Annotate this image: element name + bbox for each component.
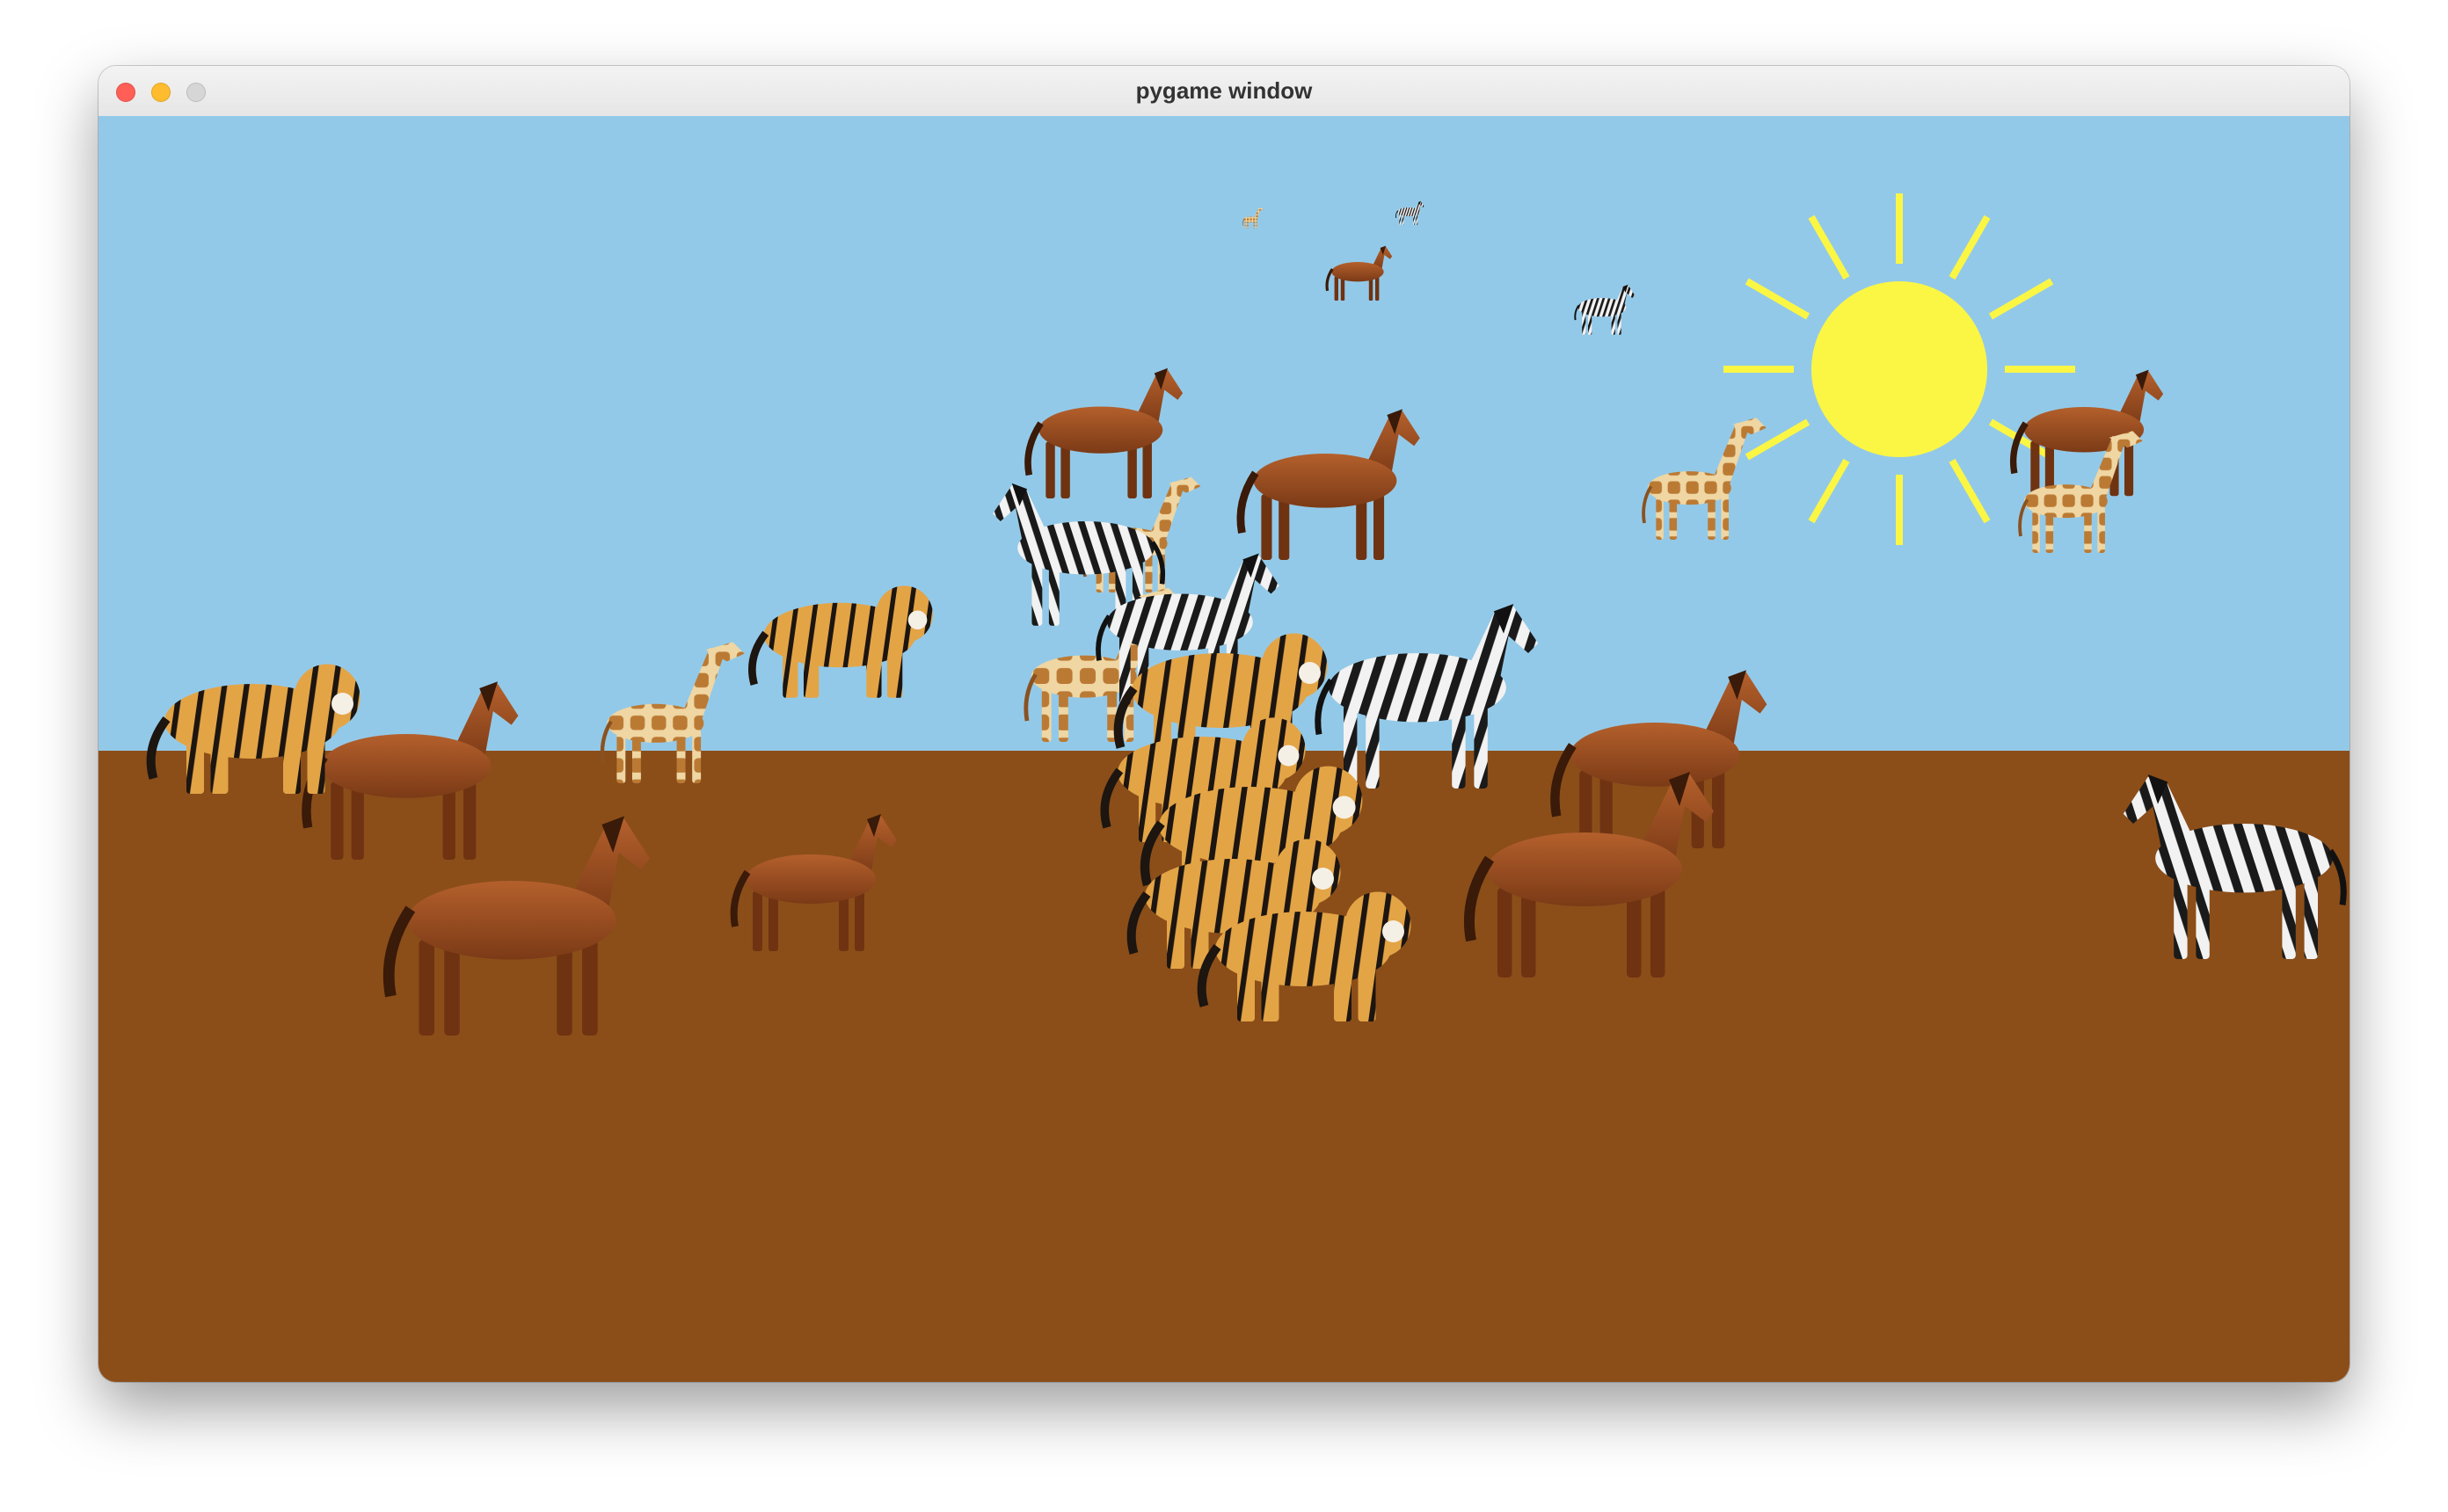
app-window: pygame window xyxy=(98,66,2350,1382)
sun-disc xyxy=(1811,281,1987,457)
window-title: pygame window xyxy=(1135,77,1313,104)
game-canvas[interactable] xyxy=(98,116,2350,1382)
title-bar[interactable]: pygame window xyxy=(98,66,2350,117)
